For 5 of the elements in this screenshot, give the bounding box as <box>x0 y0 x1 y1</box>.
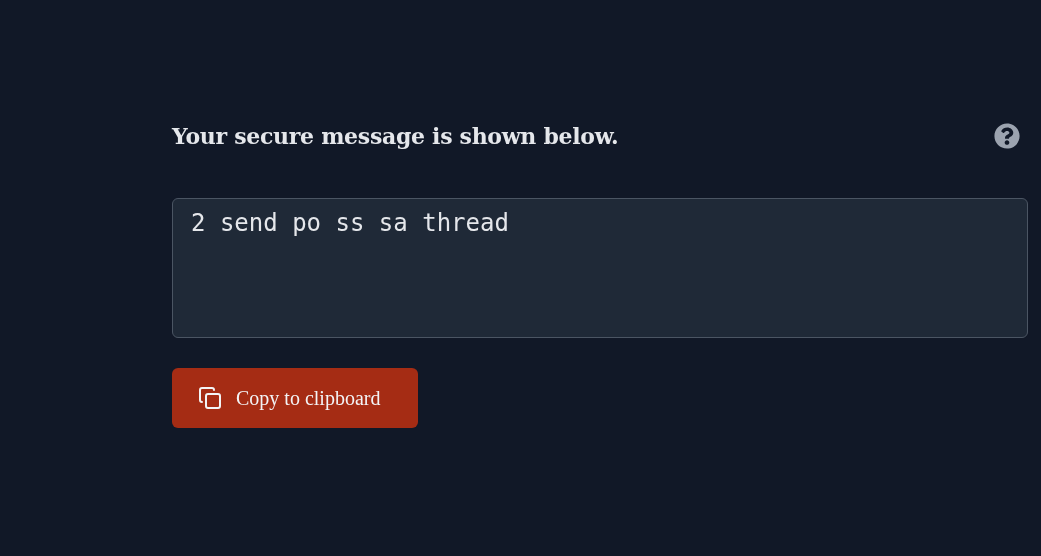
message-field[interactable]: 2 send po ss sa thread <box>172 198 1028 338</box>
copy-icon <box>198 386 222 410</box>
copy-button[interactable]: Copy to clipboard <box>172 368 418 428</box>
heading: Your secure message is shown below. <box>172 123 619 149</box>
help-icon[interactable] <box>994 123 1020 149</box>
